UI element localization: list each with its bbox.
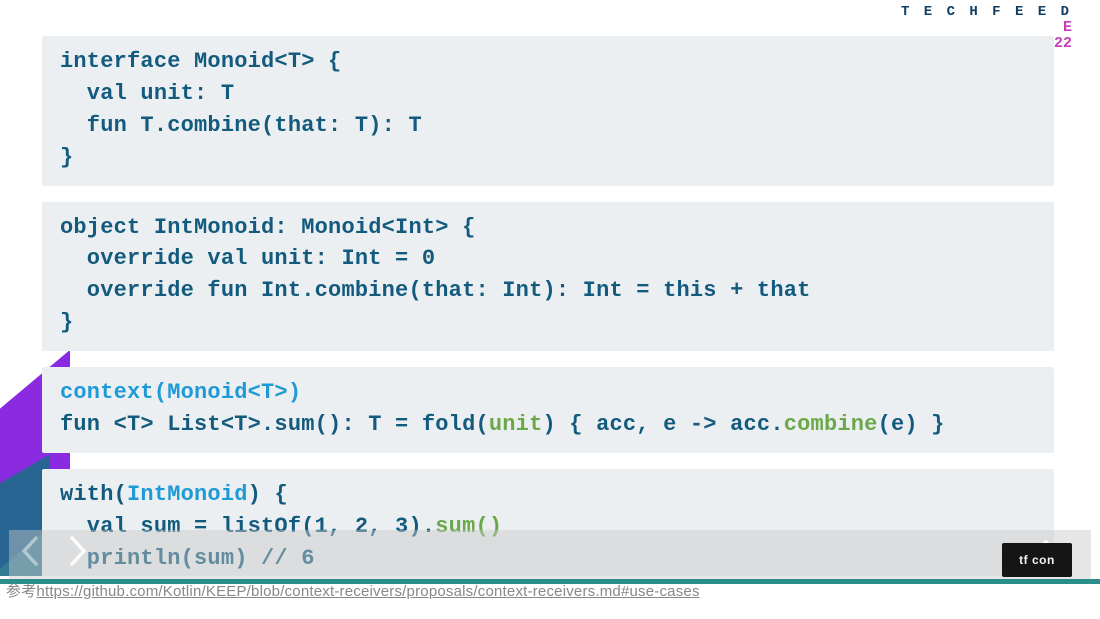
slide-overlay xyxy=(9,530,1091,580)
code-text: fun <T> List<T>.sum(): T = fold( xyxy=(60,412,489,437)
intmonoid-ref: IntMonoid xyxy=(127,482,248,507)
code-text: with( xyxy=(60,482,127,507)
watermark-line-2: E xyxy=(901,20,1072,35)
reference-link[interactable]: 参考 https://github.com/Kotlin/KEEP/blob/c… xyxy=(6,580,700,601)
code-block-context-fun: context(Monoid<T>) fun <T> List<T>.sum()… xyxy=(42,367,1054,453)
logo-text: tf con xyxy=(1019,553,1055,567)
slide: T E C H F E E D E 22 interface Monoid<T>… xyxy=(0,0,1100,576)
reference-url: https://github.com/Kotlin/KEEP/blob/cont… xyxy=(36,583,699,600)
watermark-line-1: T E C H F E E D xyxy=(901,4,1072,20)
code-block-object: object IntMonoid: Monoid<Int> { override… xyxy=(42,202,1054,352)
context-keyword: context(Monoid<T>) xyxy=(60,380,301,405)
code-text: ) { xyxy=(248,482,288,507)
unit-ref: unit xyxy=(489,412,543,437)
code-text: (e) } xyxy=(878,412,945,437)
slide-nav xyxy=(18,534,90,573)
code-text: ) { acc, e -> acc. xyxy=(542,412,783,437)
code-column: interface Monoid<T> { val unit: T fun T.… xyxy=(42,36,1054,576)
code-block-interface: interface Monoid<T> { val unit: T fun T.… xyxy=(42,36,1054,186)
presentation-stage: T E C H F E E D E 22 interface Monoid<T>… xyxy=(0,0,1100,619)
combine-ref: combine xyxy=(784,412,878,437)
next-slide-button[interactable] xyxy=(64,534,90,573)
prev-slide-button[interactable] xyxy=(18,534,44,573)
footer: 参考 https://github.com/Kotlin/KEEP/blob/c… xyxy=(0,579,1100,619)
reference-prefix: 参考 xyxy=(6,580,36,601)
conference-logo: tf con xyxy=(1002,543,1072,577)
